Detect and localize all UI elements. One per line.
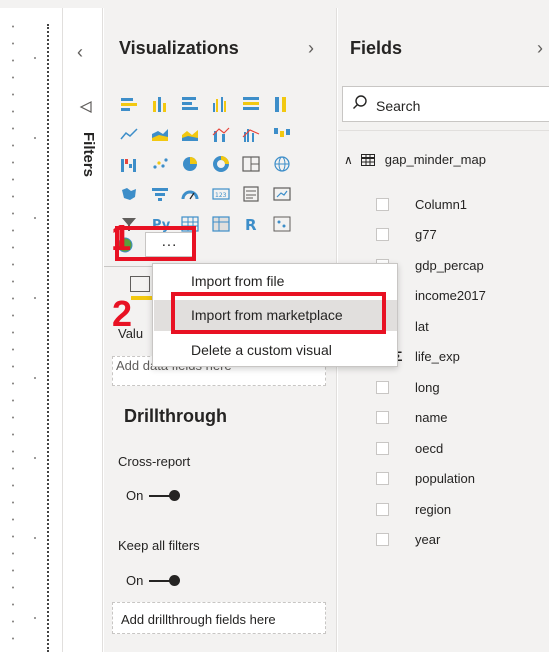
collapse-chevron-icon[interactable]: ‹ [77, 42, 83, 63]
field-name: name [415, 410, 448, 425]
donut-chart-icon[interactable] [208, 153, 234, 175]
active-tab-indicator [131, 296, 153, 300]
highlight-box-more [115, 226, 196, 261]
matrix-icon[interactable] [208, 213, 234, 235]
drillthrough-title: Drillthrough [124, 406, 227, 426]
field-checkbox[interactable] [376, 228, 389, 241]
field-name: population [415, 471, 475, 486]
filters-pane[interactable]: ‹ Filters [63, 8, 103, 652]
gauge-icon[interactable] [177, 183, 203, 205]
ribbon-chart-icon[interactable] [269, 123, 295, 145]
field-name: g77 [415, 227, 437, 242]
toggle-state: On [126, 573, 144, 588]
field-name: Column1 [415, 196, 468, 212]
clustered-column-chart-icon[interactable] [208, 93, 234, 115]
field-checkbox[interactable] [376, 197, 389, 211]
visual-gallery: 123 Py R [116, 89, 326, 239]
svg-text:R: R [245, 216, 257, 233]
step-2-annotation: 2 [112, 293, 133, 334]
funnel-chart-icon[interactable] [147, 183, 173, 205]
highlight-box [171, 292, 386, 334]
r-visual-icon[interactable]: R [238, 213, 264, 235]
cross-report-toggle[interactable]: On [126, 488, 181, 503]
toggle-track [149, 494, 172, 497]
field-item[interactable]: oecd [376, 438, 443, 458]
toggle-state: On [126, 488, 144, 503]
filters-label[interactable]: Filters [80, 132, 97, 177]
card-icon[interactable]: 123 [208, 183, 234, 205]
toggle-knob [169, 490, 181, 501]
svg-text:123: 123 [215, 192, 227, 199]
field-name: gdp_percap [415, 257, 484, 273]
divider [338, 130, 549, 131]
fields-tab-icon[interactable] [130, 276, 150, 292]
line-column-chart-icon[interactable] [208, 123, 234, 145]
chevron-up-icon[interactable]: ∧ [344, 153, 353, 167]
pie-chart-icon[interactable] [177, 153, 203, 175]
map-globe-icon[interactable] [269, 153, 295, 175]
search-placeholder: Search [376, 98, 421, 114]
field-item[interactable]: name [376, 408, 448, 428]
top-strip [0, 0, 549, 8]
field-name: oecd [415, 440, 444, 456]
field-name: long [415, 379, 440, 395]
field-name: life_exp [415, 349, 460, 364]
area-chart-icon[interactable] [147, 123, 173, 145]
key-influencers-icon[interactable] [269, 213, 295, 235]
filter-funnel-icon [79, 100, 93, 119]
field-item[interactable]: Column1 [376, 194, 467, 214]
import-from-file-menu-item[interactable]: Import from file [191, 273, 284, 289]
add-drillthrough-placeholder: Add drillthrough fields here [121, 612, 276, 627]
field-item[interactable]: year [376, 530, 440, 550]
toggle-knob [169, 575, 181, 586]
toggle-track [149, 579, 172, 582]
treemap-icon[interactable] [238, 153, 264, 175]
canvas-page-edge [47, 24, 49, 652]
keep-filters-toggle[interactable]: On [126, 573, 181, 588]
search-icon [352, 94, 368, 115]
table-node[interactable]: ∧ gap_minder_map [344, 152, 486, 167]
cross-report-label: Cross-report [118, 454, 191, 469]
stacked-area-chart-icon[interactable] [177, 123, 203, 145]
waterfall-chart-icon[interactable] [116, 153, 142, 175]
100-bar-chart-icon[interactable] [238, 93, 264, 115]
visualizations-title: Visualizations [119, 38, 239, 58]
field-checkbox[interactable] [376, 411, 389, 424]
clustered-bar-chart-icon[interactable] [177, 93, 203, 115]
search-input[interactable] [342, 86, 549, 122]
field-item[interactable]: long [376, 377, 440, 397]
field-checkbox[interactable] [376, 441, 389, 455]
delete-custom-visual-menu-item[interactable]: Delete a custom visual [191, 342, 332, 358]
field-name: region [415, 501, 452, 517]
fields-title: Fields [350, 38, 403, 58]
collapse-chevron-icon[interactable]: › [537, 38, 543, 59]
field-checkbox[interactable] [376, 472, 389, 485]
field-item[interactable]: region [376, 499, 451, 519]
stacked-bar-chart-icon[interactable] [116, 93, 142, 115]
field-name: lat [415, 318, 429, 334]
report-canvas[interactable] [0, 8, 62, 652]
line-clustered-column-icon[interactable] [238, 123, 264, 145]
scatter-chart-icon[interactable] [147, 153, 173, 175]
table-name: gap_minder_map [384, 152, 486, 167]
filled-map-icon[interactable] [116, 183, 142, 205]
field-item[interactable]: population [376, 469, 475, 489]
line-chart-icon[interactable] [116, 123, 142, 145]
field-name: income2017 [415, 288, 486, 303]
collapse-chevron-icon[interactable]: › [308, 38, 314, 59]
canvas-grid-secondary [34, 18, 36, 648]
keep-filters-label: Keep all filters [118, 538, 200, 553]
canvas-grid [12, 18, 14, 648]
100-column-chart-icon[interactable] [269, 93, 295, 115]
field-checkbox[interactable] [376, 502, 389, 516]
field-checkbox[interactable] [376, 380, 389, 394]
table-icon [360, 153, 375, 166]
kpi-icon[interactable] [269, 183, 295, 205]
field-item[interactable]: g77 [376, 225, 437, 245]
stacked-column-chart-icon[interactable] [147, 93, 173, 115]
field-name: year [415, 532, 441, 547]
field-checkbox[interactable] [376, 533, 389, 546]
multi-row-card-icon[interactable] [238, 183, 264, 205]
